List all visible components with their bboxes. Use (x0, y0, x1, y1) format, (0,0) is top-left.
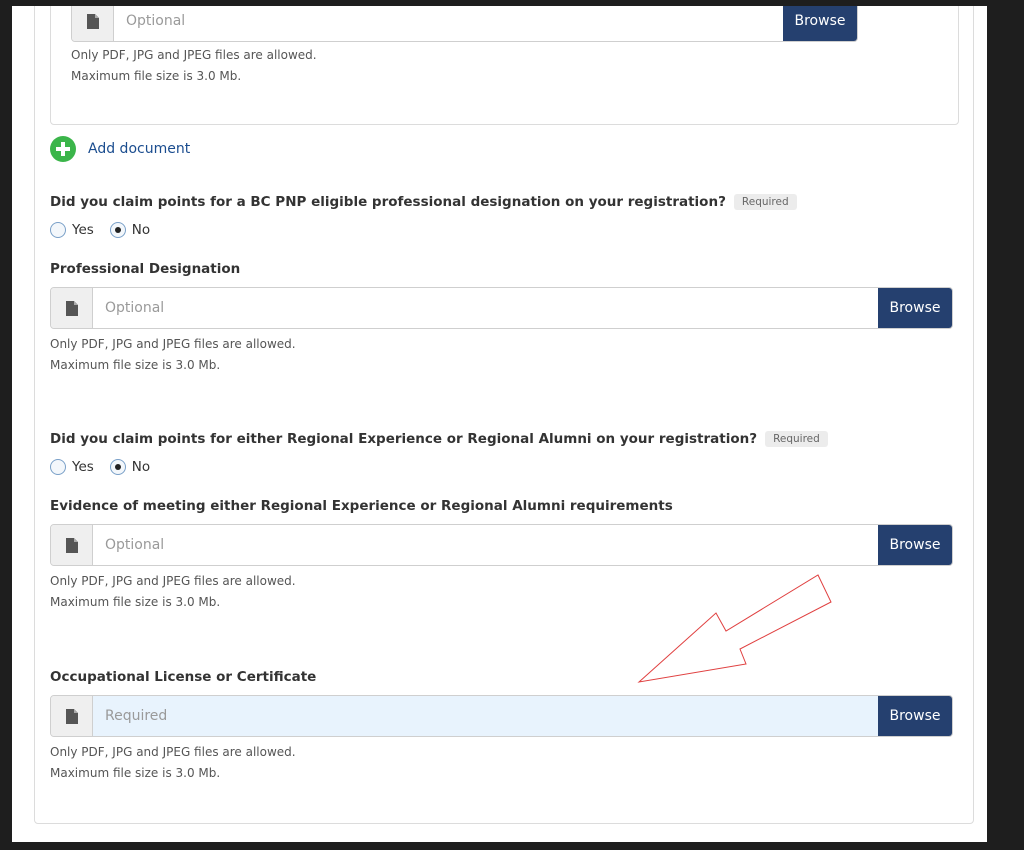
allowed-types-text: Only PDF, JPG and JPEG files are allowed… (50, 574, 296, 588)
max-size-text: Maximum file size is 3.0 Mb. (50, 595, 221, 609)
regional-evidence-input[interactable] (93, 525, 878, 565)
occupational-license-input[interactable] (93, 696, 878, 736)
radio-no[interactable]: No (109, 459, 151, 475)
question-text: Did you claim points for either Regional… (50, 431, 758, 447)
file-help-text: Only PDF, JPG and JPEG files are allowed… (50, 742, 296, 784)
top-upload-field: Browse (71, 6, 858, 42)
add-document-label: Add document (88, 141, 191, 157)
file-icon (51, 288, 93, 328)
browse-button[interactable]: Browse (783, 6, 857, 41)
allowed-types-text: Only PDF, JPG and JPEG files are allowed… (50, 745, 296, 759)
professional-designation-input[interactable] (93, 288, 878, 328)
radio-label: Yes (72, 459, 94, 475)
question-text: Did you claim points for a BC PNP eligib… (50, 194, 726, 210)
file-icon (72, 6, 114, 41)
occupational-license-label: Occupational License or Certificate (50, 669, 317, 685)
file-icon (51, 525, 93, 565)
allowed-types-text: Only PDF, JPG and JPEG files are allowed… (71, 48, 317, 62)
professional-designation-label: Professional Designation (50, 261, 241, 277)
required-badge: Required (765, 431, 828, 447)
file-help-text: Only PDF, JPG and JPEG files are allowed… (50, 571, 296, 613)
professional-designation-question: Did you claim points for a BC PNP eligib… (50, 194, 797, 210)
radio-yes[interactable]: Yes (50, 459, 94, 475)
regional-evidence-label: Evidence of meeting either Regional Expe… (50, 498, 673, 514)
regional-question: Did you claim points for either Regional… (50, 431, 828, 447)
max-size-text: Maximum file size is 3.0 Mb. (50, 766, 221, 780)
add-document-link[interactable]: Add document (50, 136, 190, 162)
professional-designation-radio-group: Yes No (50, 222, 166, 238)
radio-label: No (131, 459, 151, 475)
max-size-text: Maximum file size is 3.0 Mb. (71, 69, 242, 83)
required-badge: Required (733, 194, 797, 210)
browse-button[interactable]: Browse (878, 525, 952, 565)
file-icon (51, 696, 93, 736)
form-page: Browse Only PDF, JPG and JPEG files are … (12, 6, 987, 842)
file-help-text: Only PDF, JPG and JPEG files are allowed… (50, 334, 296, 376)
plus-circle-icon (50, 136, 76, 162)
max-size-text: Maximum file size is 3.0 Mb. (50, 358, 221, 372)
radio-yes[interactable]: Yes (50, 222, 94, 238)
browse-button[interactable]: Browse (878, 696, 952, 736)
top-upload-input[interactable] (114, 6, 783, 41)
regional-radio-group: Yes No (50, 459, 166, 475)
occupational-license-upload: Browse (50, 695, 953, 737)
browse-button[interactable]: Browse (878, 288, 952, 328)
radio-button[interactable] (50, 222, 66, 238)
radio-label: No (131, 222, 151, 238)
radio-label: Yes (72, 222, 94, 238)
professional-designation-upload: Browse (50, 287, 953, 329)
regional-evidence-upload: Browse (50, 524, 953, 566)
radio-button-selected[interactable] (109, 459, 126, 475)
radio-button[interactable] (50, 459, 66, 475)
radio-button-selected[interactable] (109, 222, 126, 238)
file-help-text: Only PDF, JPG and JPEG files are allowed… (71, 45, 317, 87)
radio-no[interactable]: No (109, 222, 151, 238)
allowed-types-text: Only PDF, JPG and JPEG files are allowed… (50, 337, 296, 351)
